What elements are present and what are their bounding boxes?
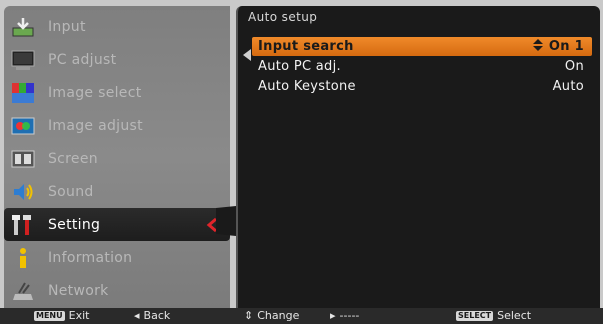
- arrow-right-icon: ▸: [330, 309, 336, 322]
- menu-item-label: Network: [48, 282, 109, 299]
- input-icon: [10, 15, 36, 39]
- image-select-icon: [10, 81, 36, 105]
- help-back-label: Back: [143, 309, 171, 322]
- help-next-label: -----: [339, 309, 360, 322]
- option-value-group: On 1: [532, 38, 592, 55]
- up-down-icon: [532, 38, 543, 55]
- menu-item-label: Sound: [48, 183, 94, 200]
- help-change-label: Change: [257, 309, 300, 322]
- help-select: SELECT Select: [456, 309, 531, 322]
- panel-title: Auto setup: [248, 10, 318, 24]
- menu-item-pc-adjust[interactable]: PC adjust: [4, 43, 230, 76]
- information-icon: [10, 246, 36, 270]
- menu-item-sound[interactable]: Sound: [4, 175, 230, 208]
- help-back: ◂ Back: [134, 309, 170, 322]
- menu-item-label: Setting: [48, 216, 101, 233]
- row-pointer-icon: [243, 46, 251, 65]
- option-label: Auto Keystone: [258, 79, 356, 94]
- help-change: ⇕ Change: [244, 309, 299, 322]
- pc-adjust-icon: [10, 48, 36, 72]
- option-value: On 1: [548, 39, 584, 54]
- help-next: ▸ -----: [330, 309, 359, 322]
- menu-item-setting[interactable]: Setting: [4, 208, 230, 241]
- menu-item-label: Input: [48, 18, 86, 35]
- help-exit: MENU Exit: [34, 309, 89, 322]
- option-value: Auto: [552, 79, 584, 94]
- image-adjust-icon: [10, 114, 36, 138]
- screen-icon: [10, 147, 36, 171]
- arrow-left-icon: ◂: [134, 309, 140, 322]
- help-bar: MENU Exit ◂ Back ⇕ Change ▸ ----- SELECT…: [0, 308, 603, 324]
- menu-item-input[interactable]: Input: [4, 10, 230, 43]
- option-input-search[interactable]: Input search On 1: [252, 37, 592, 56]
- up-down-icon: ⇕: [244, 309, 254, 322]
- menu-item-label: Screen: [48, 150, 98, 167]
- select-key-icon: SELECT: [456, 310, 494, 321]
- option-label: Auto PC adj.: [258, 59, 341, 74]
- setting-icon: [10, 213, 36, 237]
- sound-icon: [10, 180, 36, 204]
- help-select-label: Select: [497, 309, 532, 322]
- menu-item-image-select[interactable]: Image select: [4, 76, 230, 109]
- menu-item-screen[interactable]: Screen: [4, 142, 230, 175]
- help-exit-label: Exit: [68, 309, 90, 322]
- menu-item-label: Image adjust: [48, 117, 143, 134]
- network-icon: [10, 279, 36, 303]
- menu-connector: [216, 206, 236, 236]
- menu-item-information[interactable]: Information: [4, 241, 230, 274]
- main-menu: Input PC adjust Image select Image adjus…: [4, 6, 230, 308]
- menu-item-label: Image select: [48, 84, 142, 101]
- menu-item-network[interactable]: Network: [4, 274, 230, 307]
- menu-item-label: PC adjust: [48, 51, 117, 68]
- menu-key-icon: MENU: [34, 310, 65, 321]
- option-auto-keystone[interactable]: Auto Keystone Auto: [252, 77, 592, 96]
- option-label: Input search: [258, 39, 354, 54]
- menu-item-image-adjust[interactable]: Image adjust: [4, 109, 230, 142]
- menu-item-label: Information: [48, 249, 133, 266]
- auto-setup-panel: Auto setup Input search On 1 Auto PC adj…: [236, 6, 600, 308]
- osd-screen: Input PC adjust Image select Image adjus…: [0, 0, 603, 308]
- option-value: On: [564, 59, 584, 74]
- option-auto-pc-adj[interactable]: Auto PC adj. On: [252, 57, 592, 76]
